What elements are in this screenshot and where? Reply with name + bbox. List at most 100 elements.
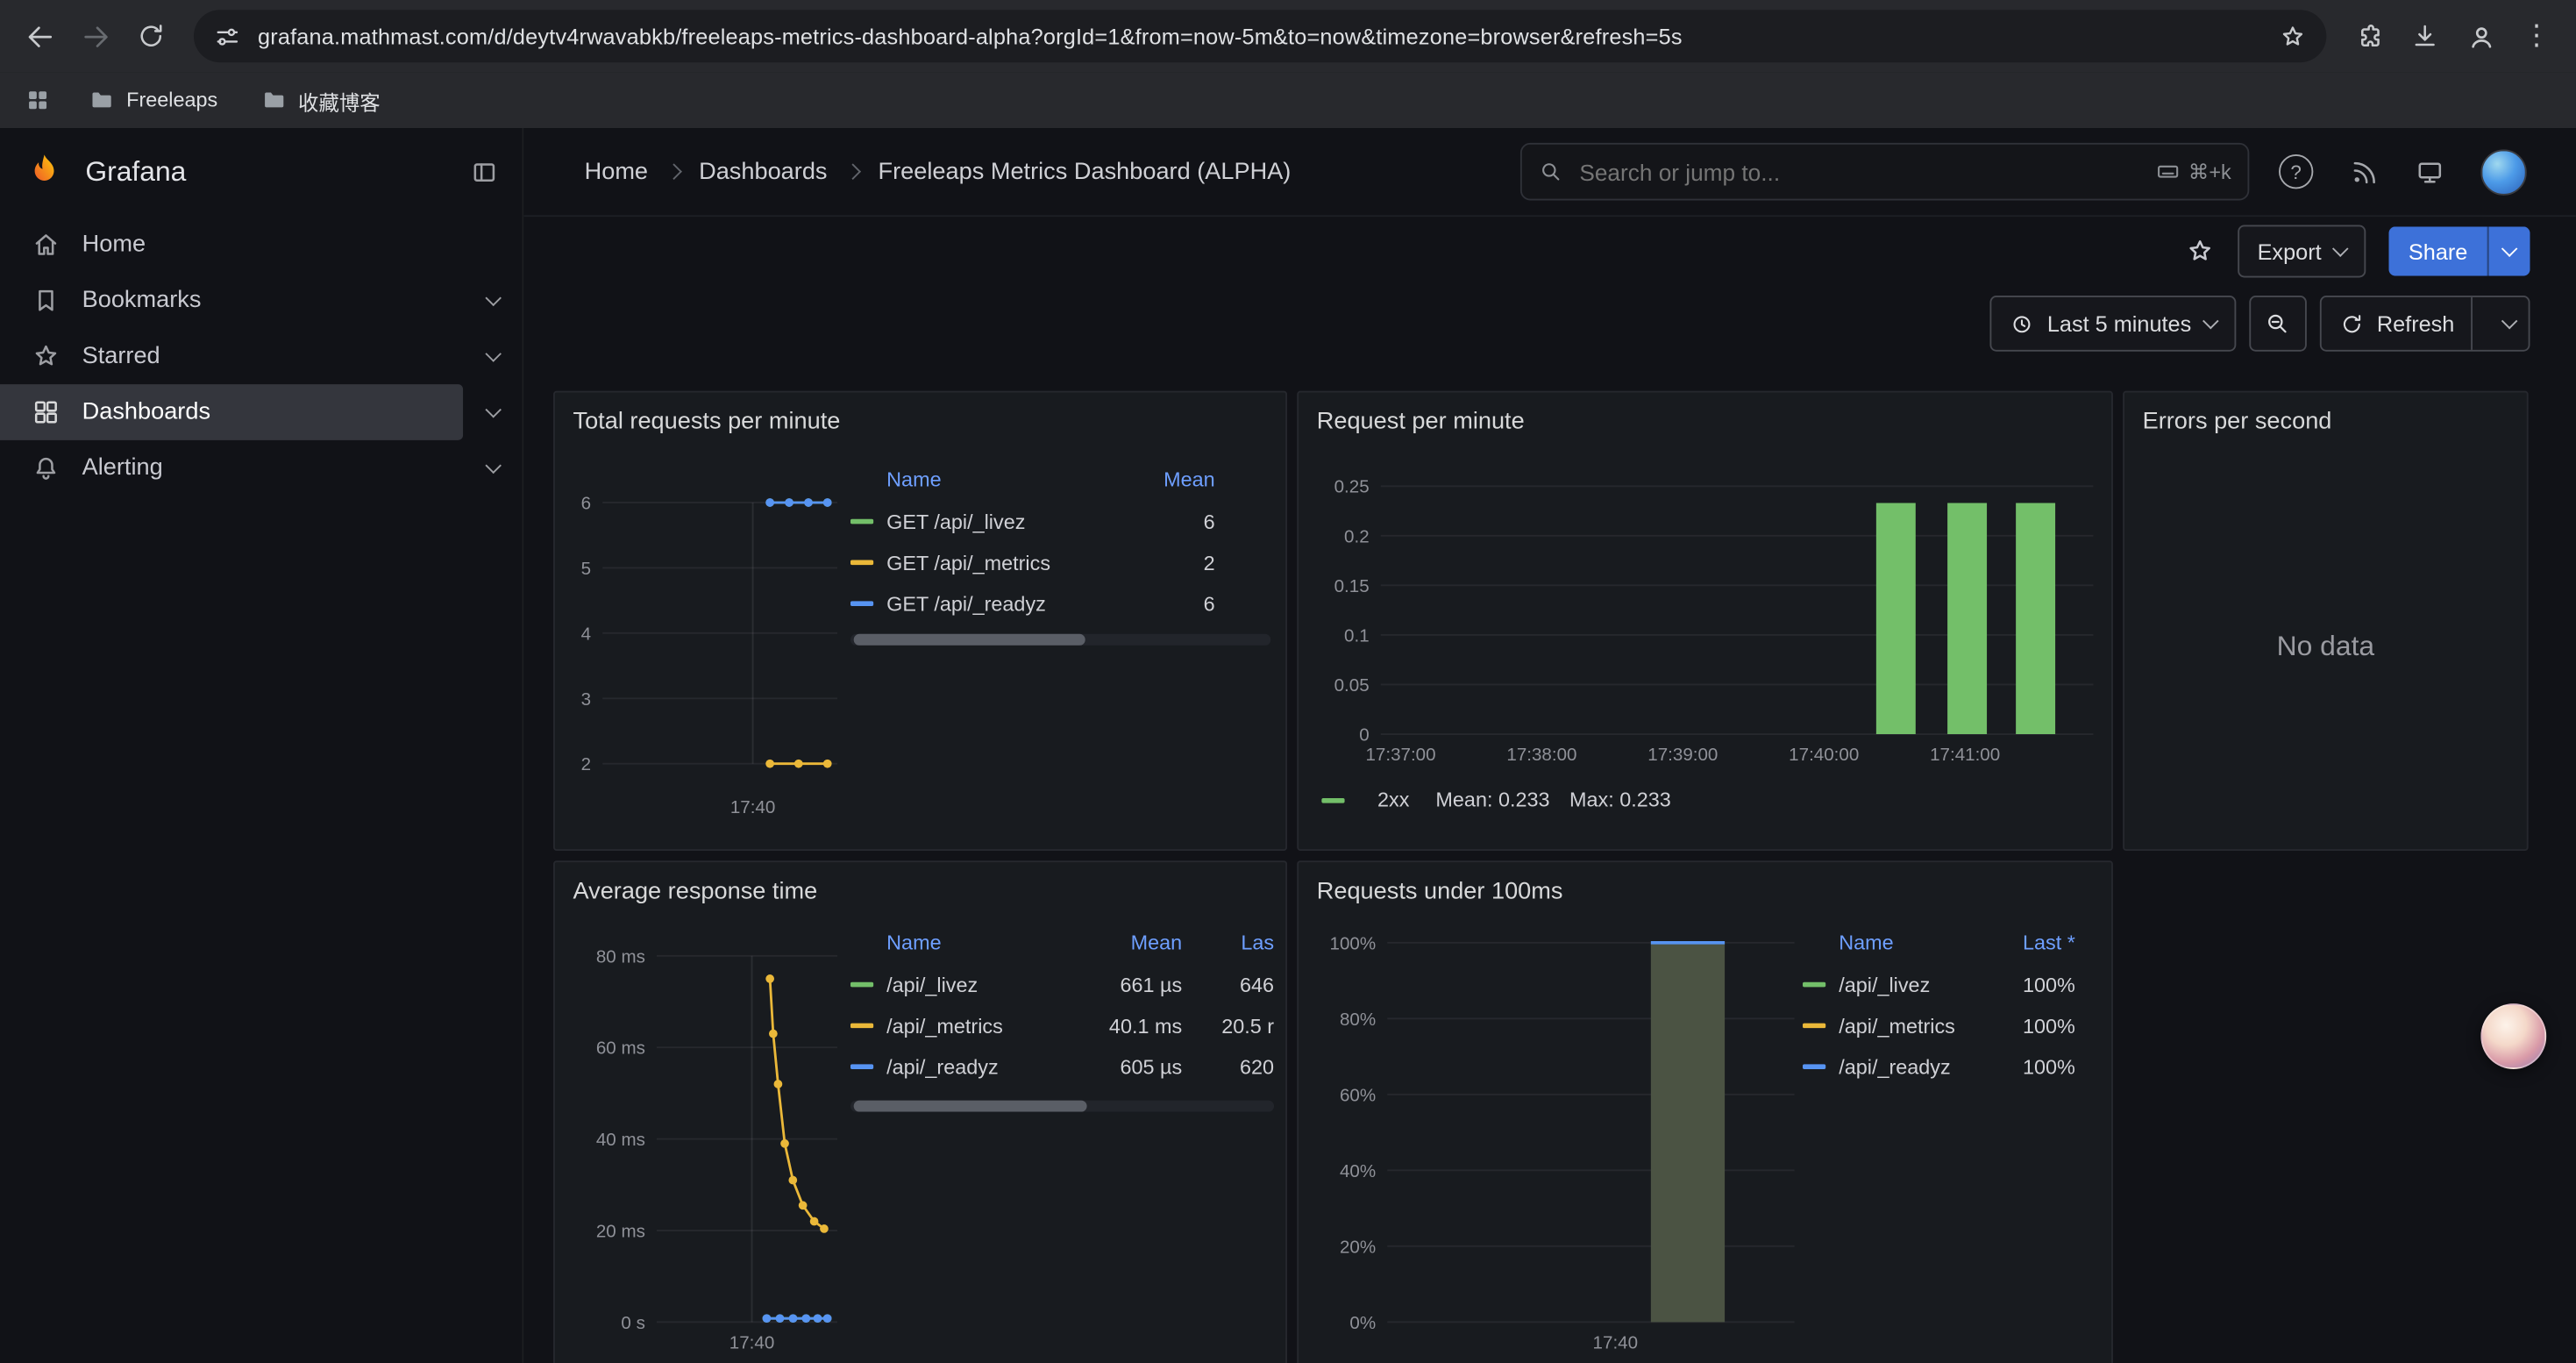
site-settings-icon[interactable] [213, 22, 241, 50]
svg-text:0.05: 0.05 [1334, 675, 1370, 696]
series-color-icon [850, 1024, 873, 1029]
refresh-interval-dropdown[interactable] [2489, 320, 2529, 326]
search-shortcut: ⌘+k [2155, 160, 2231, 184]
series-name[interactable]: /api/_metrics [886, 1014, 1084, 1037]
apps-grid-icon[interactable] [17, 79, 60, 122]
zoom-out-button[interactable] [2249, 296, 2307, 352]
legend-row[interactable]: /api/_readyz 605 µs 620 [850, 1046, 1274, 1088]
chevron-down-icon[interactable] [463, 384, 522, 440]
rss-icon[interactable] [2350, 157, 2380, 187]
downloads-icon[interactable] [2399, 10, 2451, 62]
series-name[interactable]: GET /api/_livez [886, 510, 1123, 532]
timeseries-chart[interactable]: 80 ms60 ms40 ms20 ms0 s17:40 [561, 921, 850, 1361]
legend-col-last[interactable]: Last * [1976, 931, 2074, 954]
bookmark-folder-freeleaps[interactable]: Freeleaps [75, 82, 231, 118]
legend-row[interactable]: /api/_metrics 40.1 ms 20.5 r [850, 1005, 1274, 1046]
panel-average-response-time: Average response time 80 ms60 ms40 ms20 … [553, 860, 1287, 1363]
sidebar-item-label: Starred [82, 343, 160, 369]
chevron-down-icon[interactable] [463, 273, 522, 329]
sidebar-item-starred[interactable]: Starred [0, 329, 522, 385]
panel-requests-under-100ms: Requests under 100ms 100%80%60%40%20%0%1… [1297, 860, 2113, 1363]
series-name[interactable]: 2xx [1377, 789, 1409, 811]
search-input[interactable] [1576, 157, 2143, 187]
series-color-icon [850, 519, 873, 525]
panel-title[interactable]: Request per minute [1317, 396, 1525, 448]
grid-icon [25, 87, 51, 113]
legend-scrollbar[interactable] [850, 1101, 1274, 1112]
svg-text:0: 0 [1359, 724, 1369, 745]
legend-row[interactable]: GET /api/_readyz 6 [850, 583, 1215, 624]
user-avatar[interactable] [2480, 148, 2526, 194]
back-button[interactable] [13, 10, 66, 62]
breadcrumb-home[interactable]: Home [585, 159, 648, 185]
favorite-star-icon[interactable] [2185, 237, 2215, 267]
legend-inline: 2xx Mean: 0.233 Max: 0.233 [1321, 789, 1670, 811]
series-name[interactable]: /api/_readyz [1839, 1055, 1976, 1078]
sidebar-item-dashboards[interactable]: Dashboards [0, 384, 522, 440]
legend-row[interactable]: /api/_livez 661 µs 646 [850, 964, 1274, 1005]
legend-row[interactable]: /api/_livez 100% [1803, 964, 2075, 1005]
url-bar[interactable]: grafana.mathmast.com/d/deytv4rwavabkb/fr… [194, 10, 2326, 62]
bar-chart[interactable]: 0.250.20.150.10.05017:37:0017:38:0017:39… [1306, 458, 2105, 787]
refresh-button[interactable]: Refresh [2377, 311, 2455, 336]
series-mean: 40.1 ms [1084, 1014, 1182, 1037]
scrollbar-thumb[interactable] [854, 634, 1085, 646]
timeseries-chart[interactable]: 6543217:40 [561, 458, 850, 829]
profile-icon[interactable] [2454, 10, 2507, 62]
extensions-icon[interactable] [2343, 10, 2395, 62]
series-name[interactable]: /api/_livez [1839, 973, 1976, 995]
bookmark-star-icon[interactable] [2279, 22, 2307, 50]
export-button[interactable]: Export [2238, 225, 2366, 278]
breadcrumb-dashboards[interactable]: Dashboards [699, 159, 827, 185]
bookmark-folder-blogs[interactable]: 收藏博客 [247, 80, 394, 121]
monitor-icon[interactable] [2415, 157, 2444, 187]
legend-row[interactable]: /api/_readyz 100% [1803, 1046, 2075, 1088]
series-name[interactable]: GET /api/_metrics [886, 551, 1123, 574]
svg-text:17:37:00: 17:37:00 [1365, 745, 1435, 765]
menu-kebab-icon[interactable]: ⋮ [2510, 10, 2563, 62]
reload-button[interactable] [125, 10, 177, 62]
series-name[interactable]: /api/_readyz [886, 1055, 1084, 1078]
grafana-logo[interactable] [23, 151, 66, 194]
help-icon[interactable]: ? [2279, 154, 2313, 189]
legend-col-last[interactable]: Las [1195, 931, 1274, 954]
grafana-app: Grafana Home Bookmarks [0, 128, 2576, 1363]
scrollbar-thumb[interactable] [854, 1101, 1087, 1112]
panel-title[interactable]: Requests under 100ms [1317, 866, 1563, 918]
share-button[interactable]: Share [2388, 226, 2487, 275]
series-name[interactable]: GET /api/_readyz [886, 592, 1123, 615]
legend-row[interactable]: /api/_metrics 100% [1803, 1005, 2075, 1046]
panel-title[interactable]: Errors per second [2143, 396, 2332, 448]
time-range-picker[interactable]: Last 5 minutes [1989, 296, 2235, 352]
chevron-down-icon[interactable] [463, 329, 522, 385]
bar-chart[interactable]: 100%80%60%40%20%0%17:40 [1306, 921, 1801, 1361]
sidebar-item-alerting[interactable]: Alerting [0, 440, 522, 496]
refresh-button-group: Refresh [2319, 296, 2530, 352]
legend-col-name[interactable]: Name [850, 468, 1123, 491]
forward-button[interactable] [69, 10, 122, 62]
legend-col-mean[interactable]: Mean [1084, 931, 1182, 954]
series-name[interactable]: /api/_livez [886, 973, 1084, 995]
panel-title[interactable]: Average response time [573, 866, 818, 918]
legend-row[interactable]: GET /api/_livez 6 [850, 501, 1215, 542]
collapse-sidebar-icon[interactable] [470, 158, 500, 188]
legend-scrollbar[interactable] [850, 634, 1270, 646]
svg-text:40 ms: 40 ms [596, 1130, 645, 1150]
svg-text:20%: 20% [1340, 1237, 1376, 1257]
assistant-avatar[interactable] [2480, 1003, 2546, 1069]
legend-col-name[interactable]: Name [850, 931, 1084, 954]
chevron-down-icon[interactable] [463, 440, 522, 496]
sidebar-item-home[interactable]: Home [0, 217, 522, 273]
share-dropdown-button[interactable] [2487, 226, 2530, 275]
puzzle-icon [2354, 21, 2384, 51]
panel-title[interactable]: Total requests per minute [573, 396, 841, 448]
legend-col-mean[interactable]: Mean [1123, 468, 1215, 491]
svg-text:17:39:00: 17:39:00 [1647, 745, 1718, 765]
legend-col-name[interactable]: Name [1803, 931, 1976, 954]
divider [2471, 297, 2473, 350]
series-name[interactable]: /api/_metrics [1839, 1014, 1976, 1037]
search-box[interactable]: ⌘+k [1520, 143, 2249, 201]
time-range-label: Last 5 minutes [2047, 311, 2191, 336]
legend-row[interactable]: GET /api/_metrics 2 [850, 542, 1215, 583]
sidebar-item-bookmarks[interactable]: Bookmarks [0, 273, 522, 329]
